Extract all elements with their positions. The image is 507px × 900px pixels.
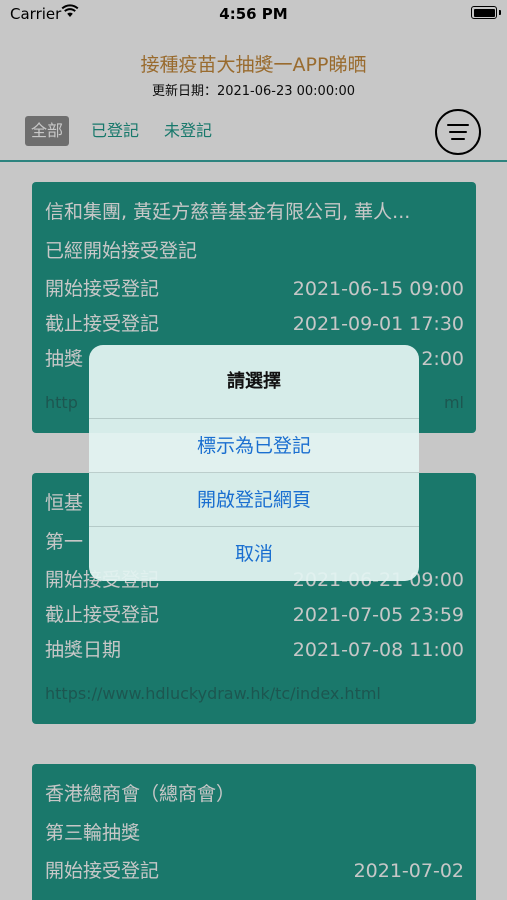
dialog-title: 請選擇 [227,371,281,392]
choice-dialog: 請選擇 標示為已登記 開啟登記網頁 取消 [89,345,419,581]
mark-registered-button[interactable]: 標示為已登記 [89,418,419,472]
open-registration-page-button[interactable]: 開啟登記網頁 [89,472,419,526]
cancel-button[interactable]: 取消 [89,526,419,580]
